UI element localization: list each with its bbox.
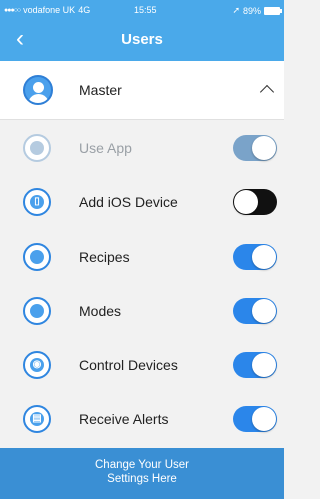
receive-alerts-icon: ▤ — [23, 405, 51, 433]
setting-row-use-app: Use App — [0, 122, 284, 177]
user-avatar-icon — [23, 75, 53, 105]
status-bar: ●●●○○ vodafone UK 4G 15:55 ➚ 89% — [0, 0, 284, 20]
change-settings-footer-button[interactable]: Change Your User Settings Here — [0, 448, 284, 499]
avatar-body — [28, 94, 49, 103]
status-time: 15:55 — [134, 5, 157, 15]
footer-line-1: Change Your User — [95, 459, 189, 471]
modes-icon — [23, 297, 51, 325]
setting-row-add-ios-device: ▯ Add iOS Device — [0, 176, 284, 231]
signal-icon: ●●●○○ — [4, 6, 21, 14]
setting-label: Add iOS Device — [79, 194, 178, 210]
battery-percent: 89% — [242, 5, 261, 16]
setting-row-modes: Modes — [0, 285, 284, 340]
setting-row-receive-alerts: ▤ Receive Alerts — [0, 393, 284, 448]
location-icon: ➚ — [232, 5, 240, 15]
recipes-icon — [23, 243, 51, 271]
modes-toggle[interactable] — [233, 298, 277, 324]
network-label: 4G — [78, 5, 91, 15]
recipes-toggle[interactable] — [233, 244, 277, 270]
control-devices-icon: ◉ — [23, 351, 51, 379]
setting-row-control-devices: ◉ Control Devices — [0, 339, 284, 394]
footer-line-2: Settings Here — [107, 473, 177, 485]
setting-label: Recipes — [79, 249, 130, 265]
page-title: Users — [121, 31, 163, 48]
setting-label: Modes — [79, 303, 122, 319]
carrier-label: vodafone UK — [23, 5, 76, 15]
avatar-head — [33, 82, 44, 93]
control-devices-toggle[interactable] — [233, 352, 277, 378]
add-ios-device-toggle[interactable] — [233, 189, 277, 215]
navigation-bar: ‹ Users — [0, 20, 284, 61]
app-header: ●●●○○ vodafone UK 4G 15:55 ➚ 89% ‹ Users — [0, 0, 284, 61]
setting-row-recipes: Recipes — [0, 231, 284, 286]
setting-label: Control Devices — [79, 357, 178, 373]
setting-label: Receive Alerts — [79, 411, 169, 427]
setting-label: Use App — [79, 140, 132, 156]
add-ios-device-icon: ▯ — [23, 188, 51, 216]
chevron-up-icon[interactable] — [259, 84, 275, 100]
use-app-icon — [23, 134, 51, 162]
use-app-toggle[interactable] — [233, 135, 277, 161]
battery-icon — [264, 6, 282, 15]
master-label: Master — [79, 82, 122, 98]
status-right: ➚ 89% — [232, 5, 282, 16]
receive-alerts-toggle[interactable] — [233, 406, 277, 432]
master-user-row[interactable]: Master — [0, 61, 284, 120]
status-left: ●●●○○ vodafone UK 4G — [4, 5, 90, 15]
